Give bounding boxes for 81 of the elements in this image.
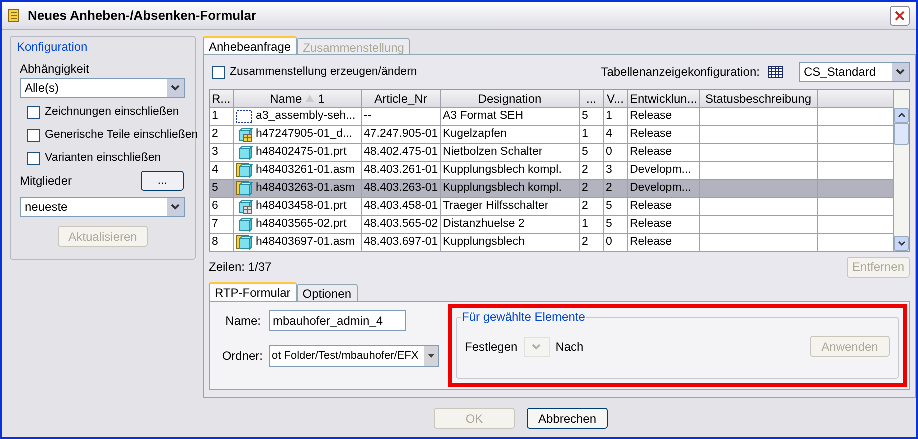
tab[interactable]: Anhebeanfrage — [203, 36, 298, 54]
document-icon — [8, 8, 20, 22]
file-icon — [236, 162, 253, 178]
checkbox[interactable] — [27, 128, 40, 142]
table-row[interactable]: 7 h48403565-02.prt 48.403.565-02 Distanzhuelse 2 1 5 Release — [210, 216, 894, 234]
table-row[interactable]: 5 h48403263-01.asm 48.403.263-01 Kupplungsblech kompl. 2 2 Developm... — [210, 180, 894, 198]
caret-icon — [171, 204, 180, 210]
table-cell-text: h48403458-01.prt — [256, 198, 347, 214]
table-cell-text: h48402475-01.prt — [256, 144, 347, 160]
row-count: Zeilen: 1/37 — [209, 259, 272, 276]
column-header[interactable]: Entwicklun... — [628, 90, 700, 108]
close-icon — [894, 10, 906, 22]
field-label: Mitglieder — [20, 173, 72, 190]
table-cell-text: h48403261-01.asm — [256, 162, 356, 178]
field-label: Tabellenanzeigekonfiguration: — [601, 64, 760, 81]
checkbox-label: Generische Teile einschließen — [45, 128, 198, 142]
file-icon — [236, 180, 253, 196]
members-dropdown[interactable]: neueste — [20, 197, 185, 217]
checkbox[interactable] — [27, 152, 40, 164]
scroll-up-icon — [898, 113, 906, 118]
field-label: Festlegen — [465, 338, 518, 356]
field-label: Abhängigkeit — [20, 61, 90, 78]
checkbox[interactable] — [27, 106, 40, 118]
column-header[interactable]: R... — [210, 90, 234, 108]
table-row[interactable]: 3 h48402475-01.prt 48.402.475-01 Nietbolzen Schalter 5 0 Release — [210, 144, 894, 162]
table-row[interactable]: 2 h47247905-01_d... 47.247.905-01 Kugelzapfen 1 4 Release — [210, 126, 894, 144]
checkbox-label: Varianten einschließen — [45, 151, 162, 165]
file-icon — [236, 216, 253, 232]
table-cell: Kupplungsblech — [441, 234, 580, 252]
caret-icon — [896, 69, 905, 75]
table-cell: 48.403.697-01 — [362, 234, 441, 252]
table-cell-text: h48403263-01.asm — [256, 180, 356, 196]
table-row[interactable]: 1 a3_assembly-seh... -- A3 Format SEH 5 1 Release — [210, 108, 894, 126]
dependency-dropdown[interactable]: Alle(s) — [20, 78, 185, 98]
table-cell: 8 — [210, 234, 234, 252]
table-cell: 0 — [604, 234, 628, 252]
caret-icon — [532, 344, 542, 350]
checkbox-label: Zusammenstellung erzeugen/ändern — [230, 65, 418, 79]
table-cell-text: h48403565-02.prt — [256, 216, 347, 232]
table-row[interactable]: 8 h48403697-01.asm 48.403.697-01 Kupplungsblech 2 0 Release — [210, 234, 894, 252]
scrollbar[interactable] — [894, 90, 909, 251]
scroll-thumb[interactable] — [894, 123, 909, 145]
column-header[interactable]: Designation — [441, 90, 580, 108]
window-title: Neues Anheben-/Absenken-Formular — [28, 6, 258, 25]
file-icon — [236, 144, 253, 160]
tab[interactable]: Optionen — [296, 284, 358, 301]
checkbox[interactable] — [212, 66, 225, 78]
column-header[interactable]: Article_Nr — [362, 90, 441, 108]
group-title: Konfiguration — [17, 39, 89, 56]
file-icon — [236, 198, 253, 214]
checkbox-label: Zeichnungen einschließen — [45, 105, 180, 119]
field-label: Name: — [224, 312, 261, 330]
caret-icon — [171, 85, 180, 91]
dialog-button[interactable]: Abbrechen — [527, 408, 608, 429]
scroll-down-icon — [898, 241, 906, 246]
field-label: Ordner: — [221, 348, 263, 365]
table-icon — [768, 66, 783, 78]
sort-icon — [306, 95, 314, 102]
table-row[interactable]: 6 h48403458-01.prt 48.403.458-01 Traeger Hilfsschalter 2 5 Release — [210, 198, 894, 216]
table-cell: 2 — [580, 234, 604, 252]
column-header[interactable]: ... — [580, 90, 604, 108]
file-icon — [236, 126, 253, 142]
table-row[interactable]: 4 h48403261-01.asm 48.403.261-01 Kupplungsblech kompl. 2 3 Developm... — [210, 162, 894, 180]
browse-button[interactable]: ... — [141, 171, 184, 191]
table-cell-text: a3_assembly-seh... — [256, 108, 356, 124]
group-title: Für gewählte Elemente — [461, 310, 586, 324]
column-header[interactable]: Name 1 — [234, 90, 362, 108]
tab[interactable]: RTP-Formular — [209, 282, 297, 301]
file-icon — [236, 234, 253, 250]
column-header[interactable]: Statusbeschreibung — [700, 90, 818, 108]
table-cell-text: h48403697-01.asm — [256, 234, 356, 250]
table-cell-text: h47247905-01_d... — [256, 126, 353, 142]
close-button[interactable] — [890, 6, 910, 26]
field-label: Nach — [556, 338, 585, 356]
name-field[interactable]: mbauhofer_admin_4 — [269, 310, 406, 331]
table-config-dropdown[interactable]: CS_Standard — [799, 62, 910, 82]
column-header[interactable]: V... — [604, 90, 628, 108]
file-icon — [236, 108, 253, 124]
folder-dropdown[interactable]: ot Folder/Test/mbauhofer/EFX — [269, 345, 439, 367]
table-cell: Release — [628, 234, 700, 252]
caret-icon — [428, 354, 434, 358]
